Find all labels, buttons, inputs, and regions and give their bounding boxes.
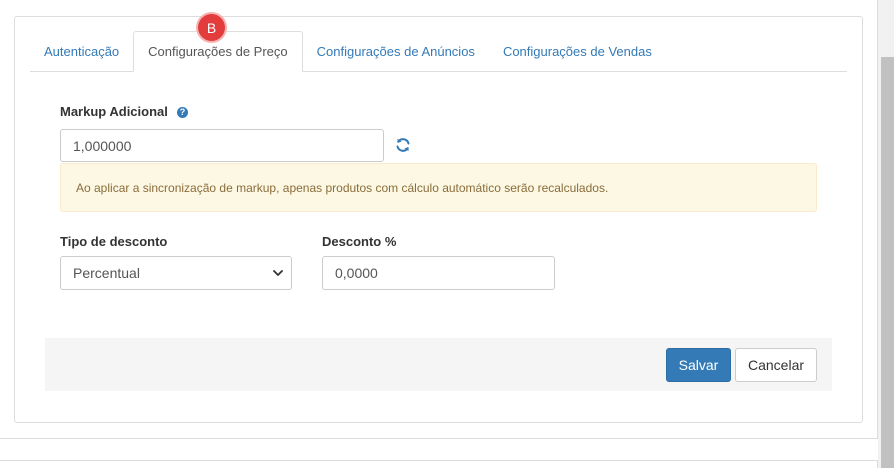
chevron-down-icon [273,270,283,276]
refresh-icon[interactable] [395,137,411,153]
tab-autenticacao[interactable]: Autenticação [30,31,133,71]
tab-bar: Autenticação Configurações de Preço Conf… [30,31,847,72]
tab-label: Configurações de Preço [148,44,288,59]
cancel-button[interactable]: Cancelar [735,348,817,382]
discount-percent-value: 0,0000 [335,265,378,281]
markup-warning-alert: Ao aplicar a sincronização de markup, ap… [60,163,817,212]
discount-type-value: Percentual [73,265,140,281]
discount-percent-input[interactable]: 0,0000 [322,256,555,290]
tab-configuracoes-de-vendas[interactable]: Configurações de Vendas [489,31,666,71]
discount-type-label: Tipo de desconto [60,234,168,249]
alert-text: Ao aplicar a sincronização de markup, ap… [76,180,609,195]
marker-badge: B [198,14,225,41]
tab-configuracoes-de-anuncios[interactable]: Configurações de Anúncios [303,31,489,71]
scrollbar-thumb[interactable] [881,57,894,468]
markup-input[interactable]: 1,000000 [60,129,384,162]
tab-label: Configurações de Anúncios [316,43,475,59]
save-button[interactable]: Salvar [666,348,731,382]
discount-percent-label: Desconto % [322,234,397,249]
markup-label: Markup Adicional [60,104,168,119]
markup-value: 1,000000 [73,137,132,154]
help-icon[interactable]: ? [177,107,188,118]
discount-type-select[interactable]: Percentual [60,256,292,290]
next-card [0,460,878,468]
tab-label: Configurações de Vendas [502,43,652,59]
tab-label: Autenticação [44,43,120,59]
